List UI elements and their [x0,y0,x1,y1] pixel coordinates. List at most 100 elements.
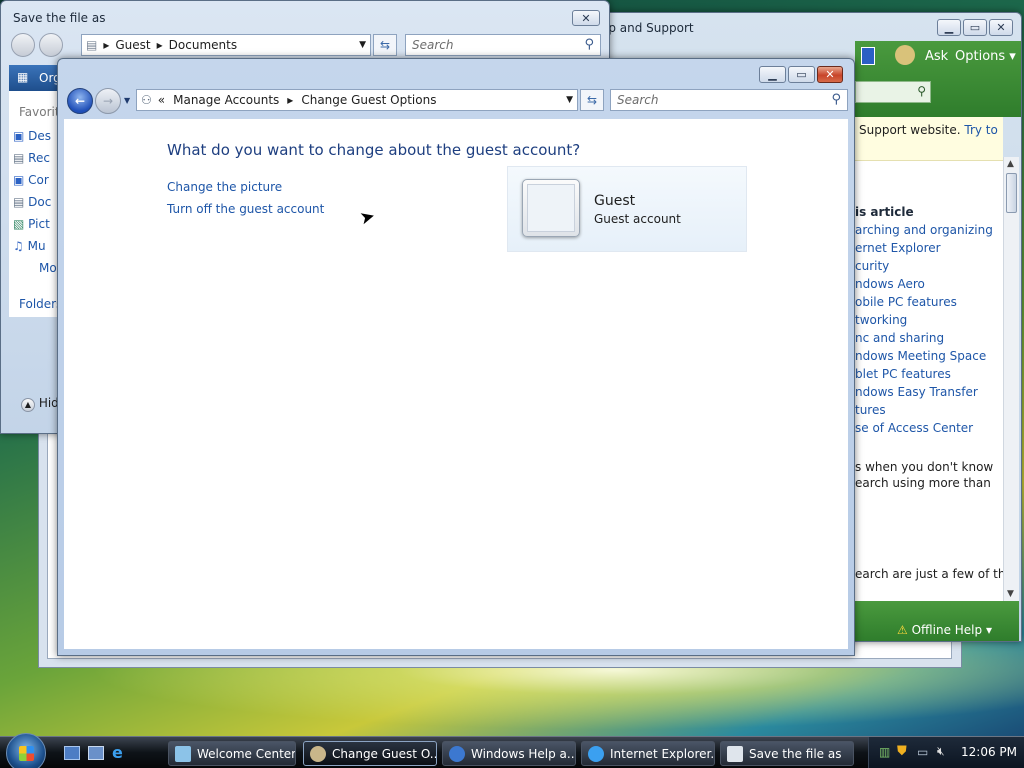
help-link[interactable]: se of Access Center [855,421,993,439]
internet-explorer-quicklaunch-icon[interactable]: e [112,743,123,762]
search-icon: ⚲ [831,92,841,107]
search-icon: ⚲ [917,84,926,98]
favorite-link[interactable]: ♫ Mu [13,239,57,261]
favorite-link[interactable]: Mo [13,261,57,283]
main-content: What do you want to change about the gue… [64,119,848,649]
help-link[interactable]: ndows Easy Transfer [855,385,993,403]
help-minimize-button[interactable]: ▁ [937,19,961,36]
folder-icon: ▤ [86,38,98,52]
system-tray: ▥ ⛊ ▭ 🔇︎ 12:06 PM [868,737,1024,768]
favorite-link[interactable]: ▤ Doc [13,195,57,217]
minimize-button[interactable]: ▁ [759,66,786,83]
help-paragraph: earch are just a few of the [855,567,1003,581]
help-link[interactable]: blet PC features [855,367,993,385]
task-windows-help[interactable]: Windows Help a... [442,741,576,766]
book-icon[interactable] [861,47,875,65]
help-link[interactable]: curity [855,259,993,277]
help-link[interactable]: ndows Aero [855,277,993,295]
save-dialog-title: Save the file as [13,11,106,25]
change-picture-link[interactable]: Change the picture [167,180,282,194]
show-desktop-icon[interactable] [64,746,80,760]
help-link[interactable]: tures [855,403,993,421]
favorite-link[interactable]: ▣ Des [13,129,57,151]
account-tile: Guest Guest account [507,166,747,252]
network-icon[interactable]: ▥ [879,745,890,759]
scroll-down-arrow[interactable]: ▼ [1007,589,1014,599]
security-shield-icon[interactable]: ⛊ [897,744,907,759]
breadcrumb-item[interactable]: Change Guest Options [301,93,436,107]
organize-icon: ▦ [17,70,29,84]
help-link[interactable]: ernet Explorer [855,241,993,259]
options-button[interactable]: Options ▾ [955,49,1016,64]
help-links-list: arching and organizing ernet Explorer cu… [855,223,993,439]
help-link[interactable]: arching and organizing [855,223,993,241]
turn-off-guest-link[interactable]: Turn off the guest account [167,202,324,216]
ask-button[interactable]: Ask [925,49,948,64]
help-window-title: lp and Support [605,21,694,35]
welcome-center-icon [175,745,191,762]
section-heading: is article [855,205,914,219]
task-change-guest-options[interactable]: Change Guest O... [303,741,437,766]
windows-logo-icon [19,746,34,761]
try-to-link[interactable]: Try to [964,123,997,137]
help-icon [449,745,465,762]
chevron-up-icon: ▲ [21,398,35,412]
scroll-up-arrow[interactable]: ▲ [1007,159,1014,169]
task-save-file-as[interactable]: Save the file as [720,741,854,766]
refresh-button[interactable]: ⇆ [580,89,604,111]
ask-people-icon[interactable] [895,45,915,65]
help-paragraph: s when you don't know earch using more t… [855,460,994,490]
chevron-down-icon[interactable]: ▼ [566,95,573,105]
save-dialog-close-button[interactable]: ✕ [572,10,600,26]
page-question: What do you want to change about the gue… [167,141,581,159]
account-type: Guest account [594,212,681,226]
nav-back-button[interactable]: ← [67,88,93,114]
help-maximize-button[interactable]: ▭ [963,19,987,36]
nav-forward-button[interactable]: → [95,88,121,114]
warning-icon: ⚠ [897,623,908,637]
help-close-button[interactable]: ✕ [989,19,1013,36]
chevron-down-icon[interactable]: ▼ [359,40,366,50]
back-button[interactable] [11,33,35,57]
favorite-link[interactable]: ▧ Pict [13,217,57,239]
close-button[interactable]: ✕ [817,66,843,83]
folders-toggle[interactable]: Folders [19,297,59,311]
task-internet-explorer[interactable]: Internet Explorer... [581,741,715,766]
breadcrumb-item[interactable]: Guest [115,38,150,52]
save-search-input[interactable]: Search ⚲ [405,34,601,56]
favorites-label: Favorit [19,105,59,119]
support-text: Support website. [859,123,961,137]
volume-muted-icon[interactable]: 🔇︎ [937,744,945,759]
search-input[interactable]: Search ⚲ [610,89,848,111]
help-search-box[interactable]: ⚲ [855,81,931,103]
help-link[interactable]: obile PC features [855,295,993,313]
offline-help-button[interactable]: ⚠ Offline Help ▾ [897,623,992,637]
start-button[interactable] [6,733,46,768]
scroll-thumb[interactable] [1006,173,1017,213]
save-address-bar[interactable]: ▤ ▸ Guest ▸ Documents ▼ [81,34,371,56]
taskbar: e Welcome Center Change Guest O... Windo… [0,733,1024,768]
help-link[interactable]: nc and sharing [855,331,993,349]
recent-pages-dropdown[interactable]: ▼ [124,96,130,105]
favorite-link[interactable]: ▣ Cor [13,173,57,195]
breadcrumb-item[interactable]: Manage Accounts [173,93,279,107]
maximize-button[interactable]: ▭ [788,66,815,83]
breadcrumb-item[interactable]: Documents [169,38,237,52]
hide-folders-button[interactable]: ▲ Hid [21,396,59,412]
users-icon [310,745,326,762]
switch-windows-icon[interactable] [88,746,104,760]
refresh-button[interactable]: ⇆ [373,34,397,56]
address-bar[interactable]: ⚇ « Manage Accounts ▸ Change Guest Optio… [136,89,578,111]
help-scrollbar[interactable]: ▲ ▼ [1003,157,1019,601]
account-name: Guest [594,193,636,209]
clock[interactable]: 12:06 PM [961,745,1017,759]
organize-toolbar: ▦ Org [9,65,61,91]
task-welcome-center[interactable]: Welcome Center [168,741,296,766]
help-link[interactable]: ndows Meeting Space [855,349,993,367]
display-icon[interactable]: ▭ [917,745,928,759]
forward-button[interactable] [39,33,63,57]
favorite-link[interactable]: ▤ Rec [13,151,57,173]
save-dialog-icon [727,745,743,762]
help-link[interactable]: tworking [855,313,993,331]
help-footer: ⚠ Offline Help ▾ [855,601,1019,641]
